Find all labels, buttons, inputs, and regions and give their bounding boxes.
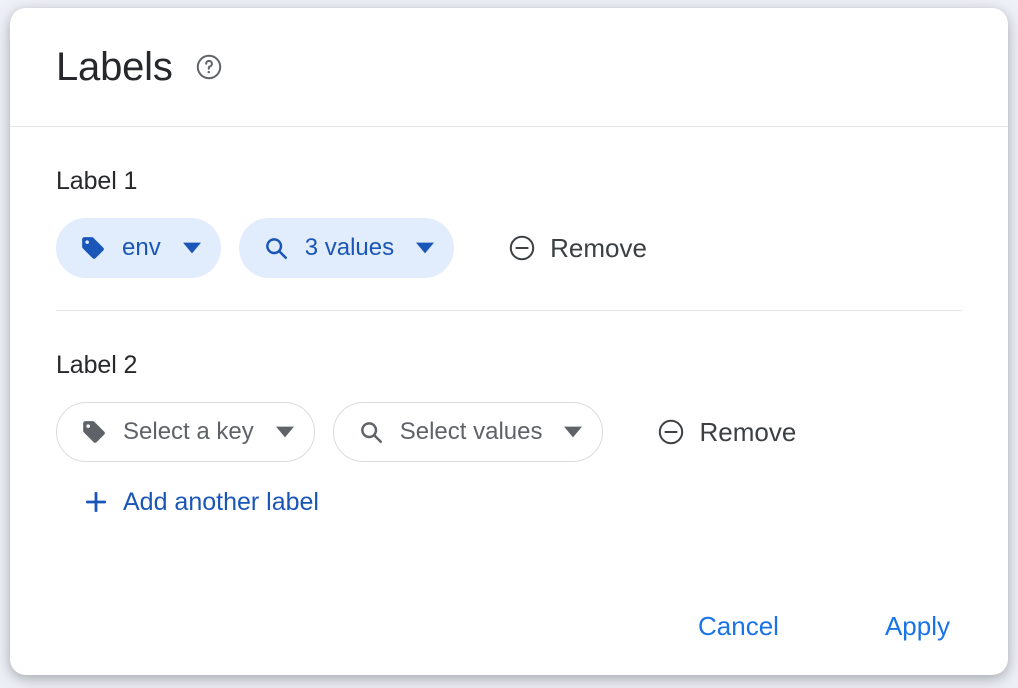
remove-label-button-1-text: Remove: [550, 233, 647, 263]
label-group-2-controls: Select a key Select values Remove: [56, 402, 962, 462]
remove-label-button-1[interactable]: Remove: [508, 234, 647, 262]
add-another-label-button[interactable]: Add another label: [83, 489, 319, 515]
add-another-label-text: Add another label: [123, 487, 319, 516]
chevron-down-icon: [564, 423, 583, 441]
remove-circle-icon: [657, 418, 685, 446]
chevron-down-icon: [416, 239, 435, 257]
cancel-button[interactable]: Cancel: [684, 605, 793, 647]
dialog-body: Label 1 env 3 values Remove Label 2 Sele…: [10, 127, 1008, 520]
search-icon: [358, 419, 384, 445]
label-key-chip-2-text: Select a key: [123, 418, 254, 445]
label-key-chip-1-text: env: [122, 234, 161, 261]
tag-icon: [81, 419, 107, 445]
label-group-1-title: Label 1: [56, 167, 138, 195]
chevron-down-icon: [275, 423, 294, 441]
apply-button[interactable]: Apply: [871, 605, 964, 647]
page-title: Labels: [56, 45, 173, 89]
label-values-chip-1[interactable]: 3 values: [238, 218, 455, 278]
label-values-chip-2-text: Select values: [399, 418, 543, 445]
search-icon: [263, 235, 289, 261]
dialog-footer: Cancel Apply: [684, 605, 964, 647]
remove-label-button-2[interactable]: Remove: [657, 418, 796, 446]
labels-dialog: Labels Label 1 env 3 values Remove Label…: [10, 8, 1008, 675]
label-key-chip-2[interactable]: Select a key: [56, 402, 315, 462]
label-group-1: Label 1 env 3 values Remove: [56, 127, 962, 311]
plus-icon: [83, 489, 109, 515]
help-circle-icon[interactable]: [195, 53, 223, 81]
label-values-chip-2[interactable]: Select values: [332, 402, 604, 462]
label-values-chip-1-text: 3 values: [304, 234, 395, 261]
label-group-2: Label 2 Select a key Select values Remov…: [56, 311, 962, 462]
dialog-header: Labels: [10, 8, 1008, 127]
label-group-1-controls: env 3 values Remove: [56, 218, 962, 278]
remove-label-button-2-text: Remove: [699, 417, 797, 447]
label-group-2-title: Label 2: [56, 351, 138, 379]
tag-icon: [80, 235, 106, 261]
chevron-down-icon: [182, 239, 201, 257]
remove-circle-icon: [508, 234, 536, 262]
label-key-chip-1[interactable]: env: [56, 218, 221, 278]
